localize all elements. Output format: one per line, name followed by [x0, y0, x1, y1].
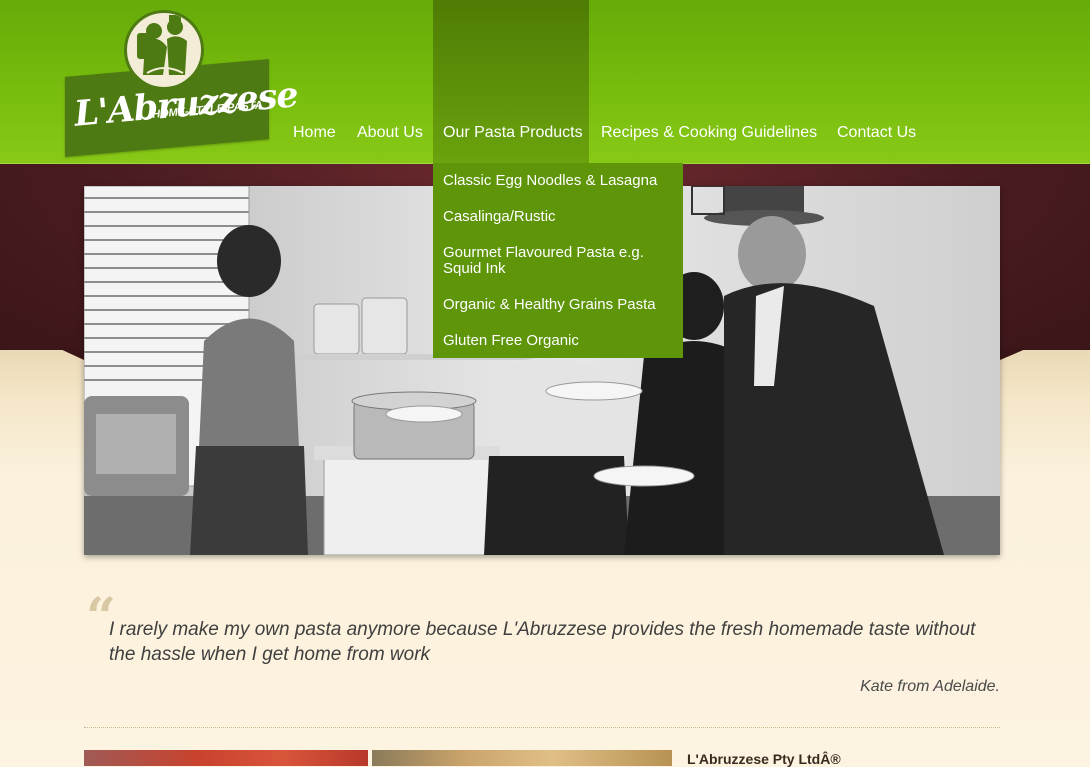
- nav-item-recipes[interactable]: Recipes & Cooking Guidelines: [601, 124, 817, 142]
- dropdown-item-gourmet-flavoured[interactable]: Gourmet Flavoured Pasta e.g. Squid Ink: [443, 245, 678, 277]
- products-dropdown-menu: Classic Egg Noodles & Lasagna Casalinga/…: [433, 163, 683, 358]
- testimonial-author: Kate from Adelaide.: [860, 678, 1000, 695]
- testimonial-text: I rarely make my own pasta anymore becau…: [109, 619, 976, 665]
- band-notch-left: [58, 348, 84, 360]
- cooks-illustration-icon: [128, 14, 200, 86]
- nav-item-about-us[interactable]: About Us: [357, 124, 423, 142]
- dropdown-item-casalinga-rustic[interactable]: Casalinga/Rustic: [443, 209, 678, 225]
- nav-item-our-pasta-products[interactable]: Our Pasta Products: [443, 124, 583, 142]
- dropdown-item-classic-egg-noodles[interactable]: Classic Egg Noodles & Lasagna: [443, 173, 678, 189]
- company-name: L'Abruzzese Pty LtdÂ®: [687, 751, 841, 767]
- nav-item-contact-us[interactable]: Contact Us: [837, 124, 916, 142]
- logo-badge-icon: [124, 10, 204, 90]
- section-divider: [84, 727, 1000, 728]
- band-notch-right: [1000, 348, 1028, 360]
- pasta-sauce-thumbnail[interactable]: [84, 750, 368, 766]
- dropdown-item-gluten-free[interactable]: Gluten Free Organic: [443, 333, 678, 349]
- site-logo[interactable]: L'Abruzzese HOME-STYLE PASTA: [62, 10, 299, 157]
- dropdown-item-organic-grains[interactable]: Organic & Healthy Grains Pasta: [443, 297, 678, 313]
- pasta-thumbnail[interactable]: [372, 750, 672, 766]
- nav-item-home[interactable]: Home: [293, 124, 336, 142]
